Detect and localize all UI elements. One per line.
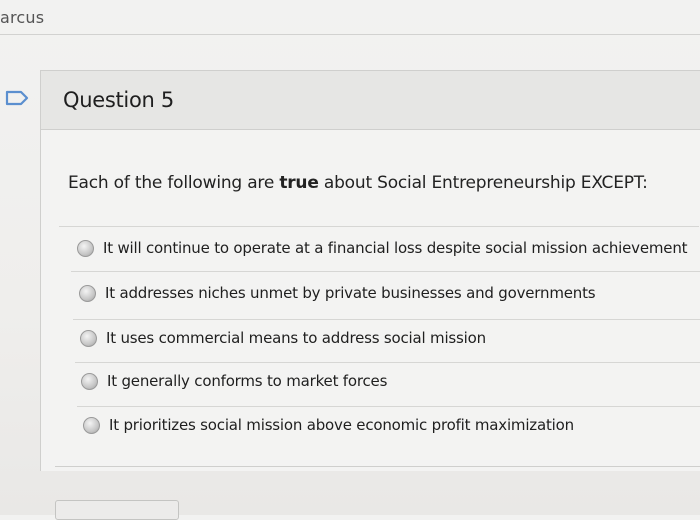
radio-button[interactable]	[81, 372, 98, 390]
answer-option-3[interactable]: It uses commercial means to address soci…	[80, 329, 486, 347]
card-bottom-border	[55, 466, 700, 467]
answer-option-5[interactable]: It prioritizes social mission above econ…	[83, 416, 574, 434]
question-title: Question 5	[63, 88, 174, 112]
prompt-text-end: about Social Entrepreneurship EXCEPT:	[318, 173, 648, 193]
question-prompt: Each of the following are true about Soc…	[68, 173, 648, 193]
answer-option-1[interactable]: It will continue to operate at a financi…	[77, 239, 688, 257]
prompt-emphasis: true	[279, 173, 319, 193]
radio-button[interactable]	[80, 329, 97, 347]
option-divider	[75, 362, 700, 363]
user-name: arcus	[0, 8, 45, 27]
answer-option-label: It uses commercial means to address soci…	[106, 329, 486, 347]
answer-option-label: It will continue to operate at a financi…	[103, 239, 688, 257]
option-divider	[73, 319, 700, 320]
question-header: Question 5	[41, 71, 700, 130]
answer-option-label: It generally conforms to market forces	[107, 372, 388, 390]
next-question-box[interactable]	[55, 500, 179, 520]
option-divider	[71, 271, 700, 272]
question-card: Question 5 Each of the following are tru…	[40, 70, 700, 471]
radio-button[interactable]	[77, 239, 94, 257]
answer-option-2[interactable]: It addresses niches unmet by private bus…	[79, 284, 596, 302]
answer-option-label: It addresses niches unmet by private bus…	[105, 284, 596, 302]
prompt-divider	[59, 226, 699, 227]
flag-icon[interactable]	[5, 90, 31, 106]
prompt-text-start: Each of the following are	[68, 173, 280, 193]
radio-button[interactable]	[83, 416, 100, 434]
answer-option-label: It prioritizes social mission above econ…	[109, 416, 574, 434]
answer-option-4[interactable]: It generally conforms to market forces	[81, 372, 387, 390]
radio-button[interactable]	[79, 284, 96, 302]
option-divider	[77, 406, 700, 407]
header-divider	[0, 34, 700, 35]
